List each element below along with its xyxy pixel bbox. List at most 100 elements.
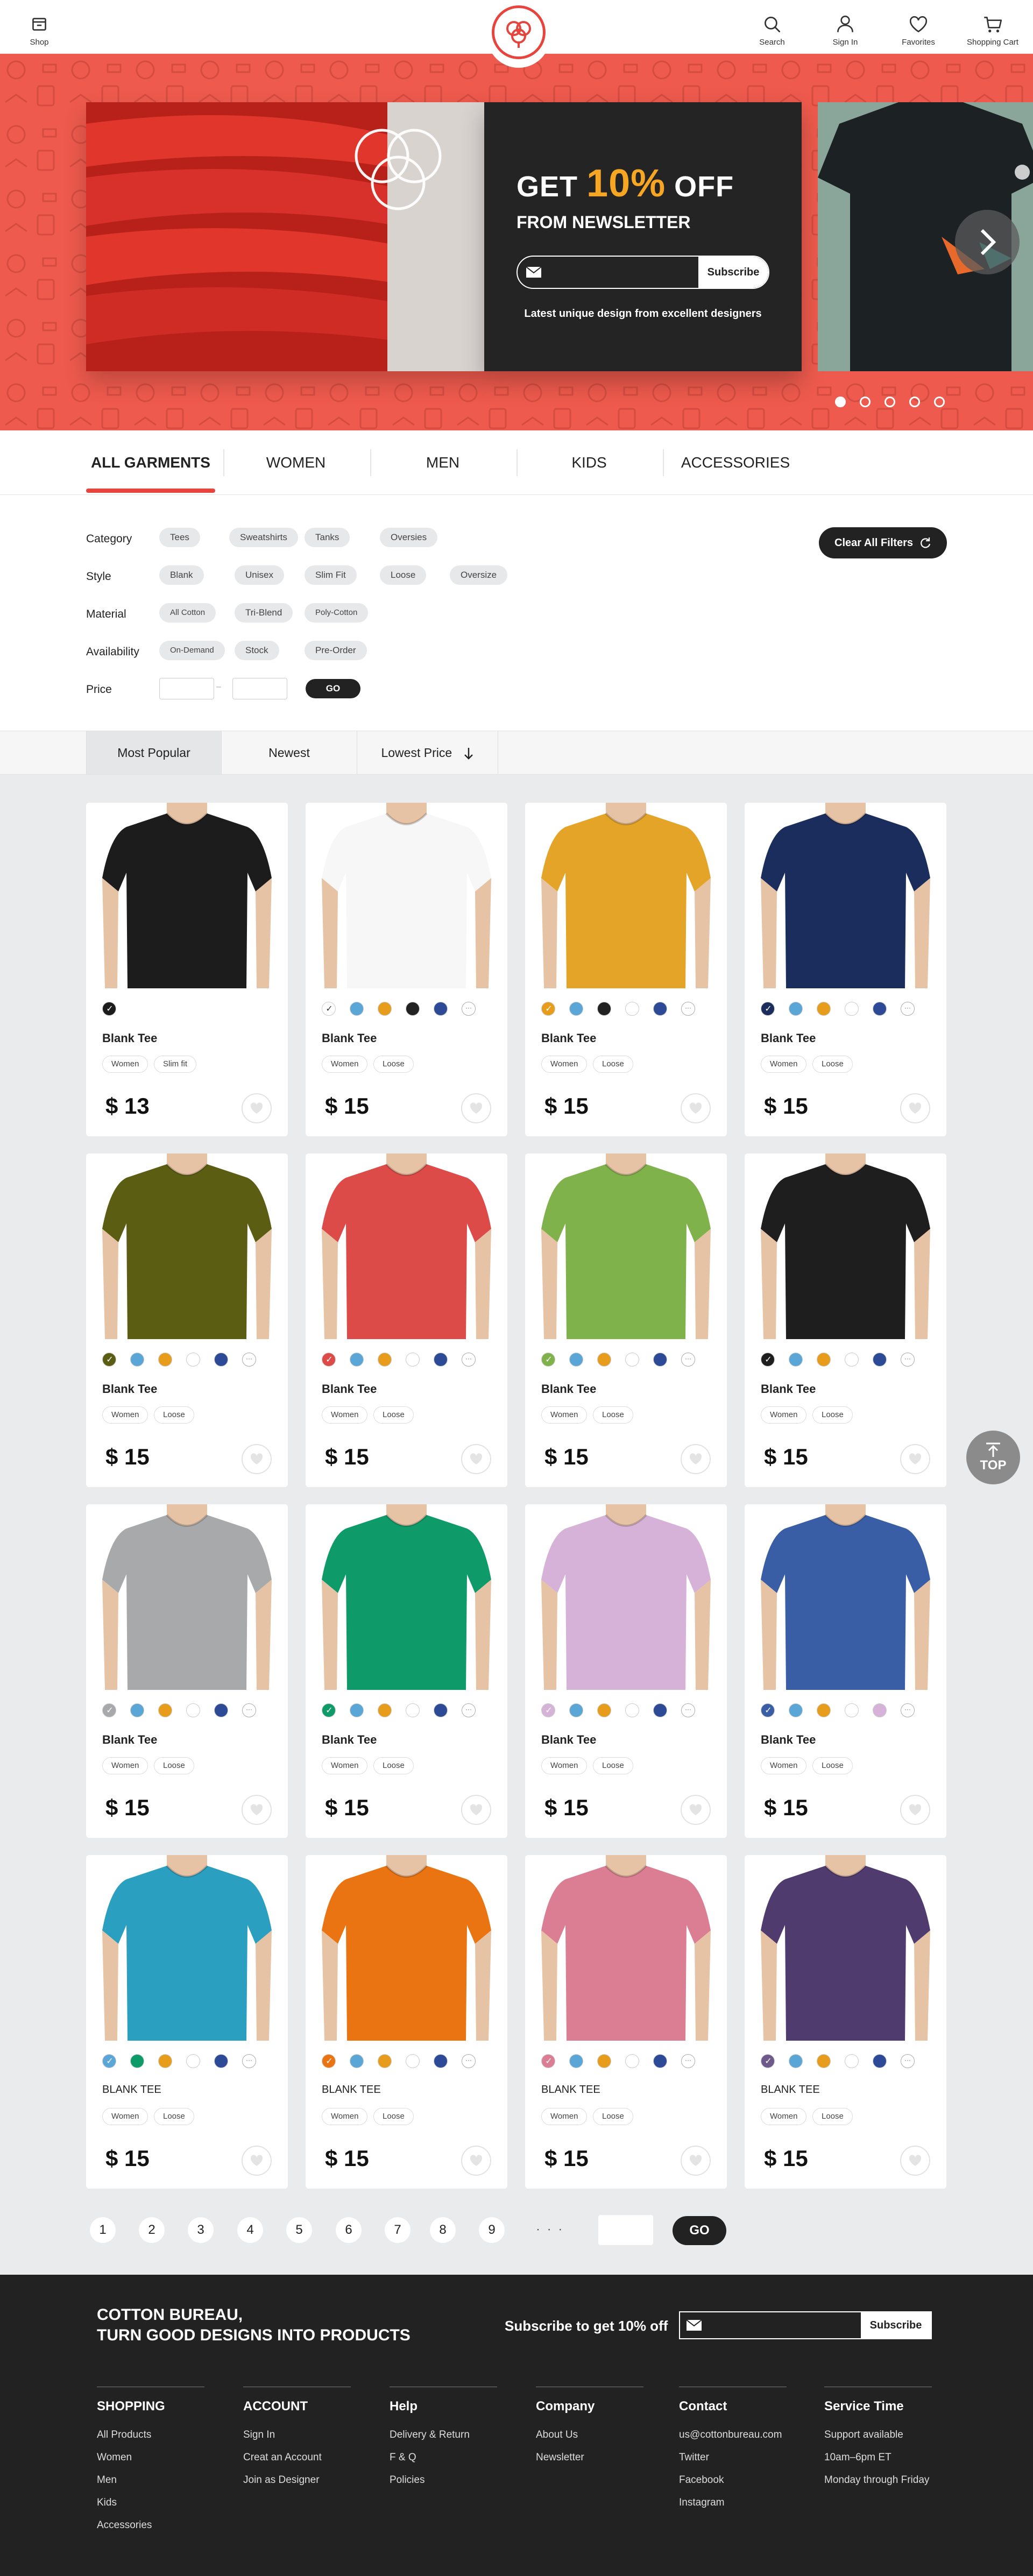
color-swatch[interactable] [597,1353,611,1367]
tab-kids[interactable]: KIDS [516,452,662,473]
carousel-dot-4[interactable] [909,397,920,407]
color-swatch[interactable] [378,1002,392,1016]
back-to-top-button[interactable]: TOP [966,1431,1020,1484]
product-name[interactable]: Blank Tee [102,1733,157,1747]
color-swatch[interactable] [761,1703,775,1718]
color-swatch[interactable] [406,1002,420,1016]
footer-link[interactable]: Accessories [97,2520,204,2531]
color-swatch[interactable] [845,1703,859,1717]
color-swatch[interactable] [102,2054,117,2069]
more-colors-button[interactable]: ··· [901,1703,915,1717]
product-name[interactable]: Blank Tee [322,1031,377,1045]
sort-newest[interactable]: Newest [222,731,357,774]
more-colors-button[interactable]: ··· [901,1353,915,1367]
cart-nav-item[interactable]: Shopping Cart [963,13,1022,47]
tab-all-garments[interactable]: ALL GARMENTS [86,452,215,473]
filter-chip-stock[interactable]: Stock [235,641,279,660]
product-image[interactable] [525,1153,727,1339]
sort-lowest-price[interactable]: Lowest Price [357,731,498,774]
carousel-dot-5[interactable] [934,397,945,407]
favorite-button[interactable] [681,1444,711,1474]
color-swatch[interactable] [569,1353,583,1367]
favorite-button[interactable] [681,2146,711,2176]
favorite-button[interactable] [900,2146,930,2176]
favorite-button[interactable] [461,2146,491,2176]
product-image[interactable] [86,803,288,988]
newsletter-email-input[interactable] [550,257,698,288]
footer-link[interactable]: About Us [536,2429,643,2441]
color-swatch[interactable] [761,1002,775,1016]
footer-link[interactable]: Sign In [243,2429,351,2441]
product-name[interactable]: Blank Tee [541,1733,596,1747]
footer-link[interactable]: Men [97,2474,204,2486]
color-swatch[interactable] [406,1353,420,1367]
page-7-button[interactable]: 7 [383,2215,413,2245]
product-name[interactable]: BLANK TEE [541,2084,600,2096]
page-1-button[interactable]: 1 [88,2215,118,2245]
product-name[interactable]: Blank Tee [761,1031,816,1045]
more-colors-button[interactable]: ··· [681,1703,695,1717]
color-swatch[interactable] [817,1703,831,1717]
favorite-button[interactable] [681,1093,711,1123]
page-5-button[interactable]: 5 [284,2215,314,2245]
color-swatch[interactable] [130,2054,144,2068]
footer-link[interactable]: Monday through Friday [824,2474,932,2486]
product-card[interactable]: ··· Blank Tee Women Loose $ 15 [745,803,946,1136]
filter-chip-oversize[interactable]: Oversize [450,565,508,585]
product-name[interactable]: Blank Tee [322,1733,377,1747]
page-4-button[interactable]: 4 [235,2215,265,2245]
color-swatch[interactable] [322,1703,336,1718]
more-colors-button[interactable]: ··· [242,1703,256,1717]
carousel-dot-1[interactable] [835,397,846,407]
favorite-button[interactable] [242,1444,272,1474]
color-swatch[interactable] [569,2054,583,2068]
footer-link[interactable]: All Products [97,2429,204,2441]
favorite-button[interactable] [461,1093,491,1123]
more-colors-button[interactable]: ··· [681,1353,695,1367]
footer-link[interactable]: us@cottonbureau.com [679,2429,787,2441]
product-card[interactable]: ··· Blank Tee Women Loose $ 15 [306,1504,507,1838]
tab-accessories[interactable]: ACCESSORIES [663,452,808,473]
color-swatch[interactable] [789,1353,803,1367]
color-swatch[interactable] [322,1353,336,1367]
product-name[interactable]: Blank Tee [761,1382,816,1396]
color-swatch[interactable] [873,2054,887,2068]
more-colors-button[interactable]: ··· [462,1002,476,1016]
product-name[interactable]: Blank Tee [541,1031,596,1045]
product-image[interactable] [525,1855,727,2041]
color-swatch[interactable] [434,1703,448,1717]
product-image[interactable] [745,1855,946,2041]
signin-nav-item[interactable]: Sign In [816,13,875,47]
color-swatch[interactable] [625,1002,639,1016]
product-card[interactable]: ··· Blank Tee Women Loose $ 15 [525,1153,727,1487]
color-swatch[interactable] [541,1353,556,1367]
color-swatch[interactable] [625,1703,639,1717]
color-swatch[interactable] [845,1353,859,1367]
color-swatch[interactable] [102,1353,117,1367]
filter-chip-oversies[interactable]: Oversies [380,528,438,547]
search-nav-item[interactable]: Search [742,13,802,47]
product-card[interactable]: ··· Blank Tee Women Loose $ 15 [306,803,507,1136]
footer-link[interactable]: Facebook [679,2474,787,2486]
favorite-button[interactable] [242,2146,272,2176]
color-swatch[interactable] [214,1353,228,1367]
more-colors-button[interactable]: ··· [462,1703,476,1717]
favorite-button[interactable] [900,1444,930,1474]
color-swatch[interactable] [761,1353,775,1367]
footer-subscribe-button[interactable]: Subscribe [861,2312,931,2338]
product-image[interactable] [745,1153,946,1339]
more-colors-button[interactable]: ··· [242,2054,256,2068]
carousel-next-button[interactable] [955,210,1020,274]
brand-logo[interactable] [487,0,550,68]
color-swatch[interactable] [130,1703,144,1717]
footer-link[interactable]: Policies [390,2474,497,2486]
color-swatch[interactable] [158,1703,172,1717]
color-swatch[interactable] [569,1703,583,1717]
filter-chip-pre-order[interactable]: Pre-Order [305,641,367,660]
color-swatch[interactable] [817,1353,831,1367]
favorite-button[interactable] [461,1444,491,1474]
product-card[interactable]: ··· Blank Tee Women Loose $ 15 [525,803,727,1136]
product-image[interactable] [86,1855,288,2041]
filter-chip-poly-cotton[interactable]: Poly-Cotton [305,603,369,622]
page-8-button[interactable]: 8 [428,2215,458,2245]
